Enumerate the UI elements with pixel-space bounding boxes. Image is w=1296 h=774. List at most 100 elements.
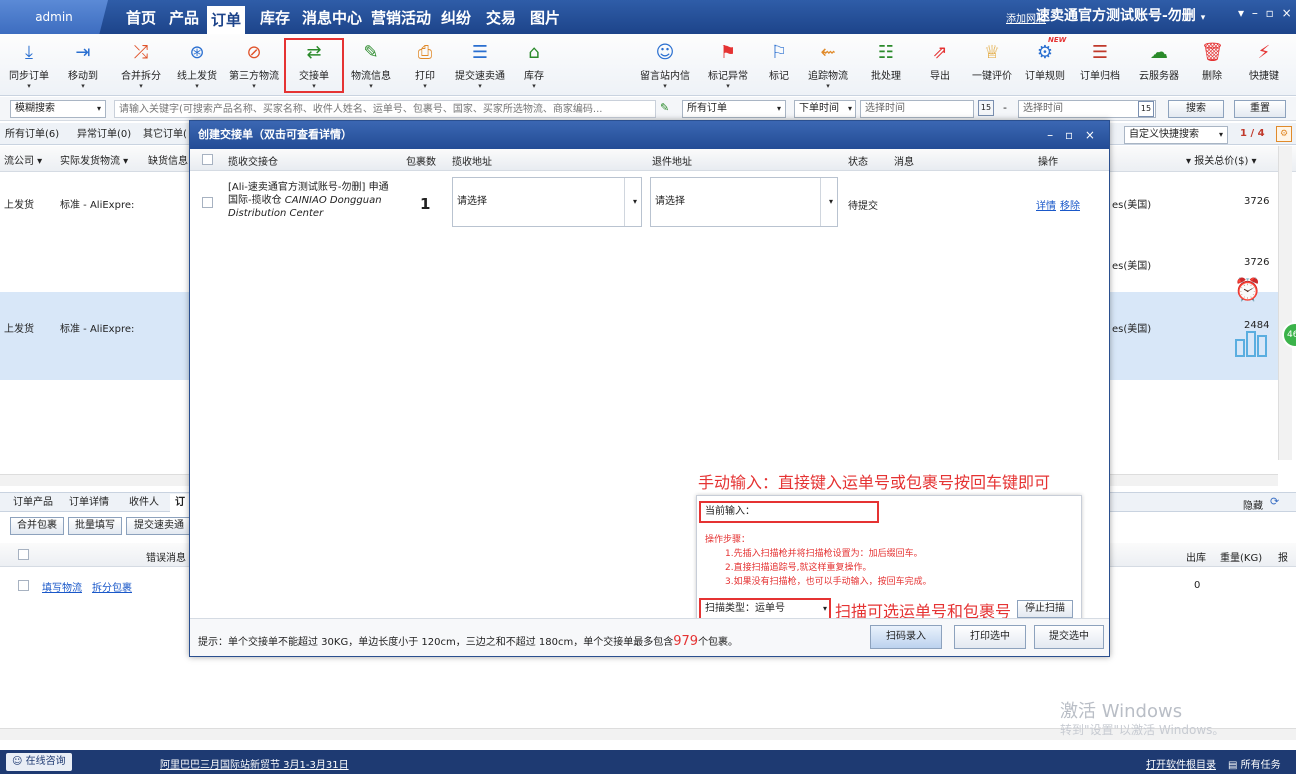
online-consult-button[interactable]: ☺ 在线咨询 — [6, 753, 72, 771]
row3-logistics: 标准 - AliExpre: — [60, 324, 135, 335]
order-status-select[interactable]: 所有订单 ▾ — [682, 100, 786, 118]
row2-price: 3726 — [1244, 257, 1270, 268]
stop-scan-button[interactable]: 停止扫描 — [1017, 600, 1073, 618]
create-handover-dialog: 创建交接单（双击可查看详情） – ▫ × 揽收交接仓 包裹数 揽收地址 退件地址… — [189, 120, 1110, 657]
row3-country: es(美国) — [1112, 324, 1152, 335]
time-field-select[interactable]: 下单时间 ▾ — [794, 100, 856, 118]
detail-link[interactable]: 详情 — [1036, 197, 1056, 212]
order-rules-button[interactable]: ⚙ 订单规则 NEW — [1018, 36, 1072, 90]
sync-order-button[interactable]: ⤓ 同步订单 ▾ — [2, 38, 56, 90]
print-selected-button[interactable]: 打印选中 — [954, 625, 1026, 649]
export-button[interactable]: ⇗ 导出 — [916, 38, 964, 90]
one-click-review-button[interactable]: ♕ 一键评价 — [966, 38, 1018, 90]
merge-split-button[interactable]: ⤮ 合并拆分 ▾ — [112, 38, 170, 90]
time-from-input[interactable]: 选择时间 — [860, 100, 974, 118]
open-dir-link[interactable]: 打开软件根目录 — [1146, 756, 1216, 771]
tab-abnormal-orders[interactable]: 异常订单(0) — [74, 126, 134, 144]
admin-label[interactable]: admin — [0, 0, 108, 34]
submit-selected-button[interactable]: 提交选中 — [1034, 625, 1104, 649]
tab-all-orders[interactable]: 所有订单(6) — [2, 126, 62, 144]
promo-link[interactable]: 阿里巴巴三月国际站新贸节 3月1-3月31日 — [160, 756, 349, 771]
account-name: 速卖通官方测试账号-勿删 — [1036, 8, 1196, 24]
batch-fill-button[interactable]: 批量填写 — [68, 517, 122, 535]
search-mode-select[interactable]: 模糊搜索 ▾ — [10, 100, 106, 118]
time-to-input[interactable]: 选择时间 — [1018, 100, 1156, 118]
track-logistics-button[interactable]: ⇜ 追踪物流 ▾ — [800, 38, 856, 90]
shortcut-button[interactable]: ⚡ 快捷键 — [1236, 38, 1292, 90]
nav-disputes[interactable]: 纠纷 — [441, 0, 471, 34]
third-party-logistics-button[interactable]: ⊘ 第三方物流 ▾ — [224, 38, 284, 90]
cloud-server-button[interactable]: ☁ 云服务器 — [1128, 38, 1190, 90]
col-operation: 操作 — [1038, 157, 1058, 168]
logistics-info-button[interactable]: ✎ 物流信息 ▾ — [340, 38, 402, 90]
split-package-link[interactable]: 拆分包裹 — [92, 579, 132, 594]
col-stock-info[interactable]: 缺货信息 — [148, 152, 188, 167]
tab-recipient[interactable]: 收件人 — [124, 494, 164, 512]
row-checkbox[interactable] — [18, 580, 29, 591]
alarm-clock-icon[interactable]: ⏰ — [1234, 278, 1261, 303]
row-checkbox[interactable] — [202, 197, 213, 208]
inventory-button[interactable]: ⌂ 库存 ▾ — [514, 38, 554, 90]
window-controls[interactable]: ▾ – ▫ × — [1238, 6, 1294, 20]
col-actual-logistics[interactable]: 实际发货物流 ▾ — [60, 152, 128, 167]
settings-icon[interactable]: ⚙ — [1276, 126, 1292, 142]
dialog-title[interactable]: 创建交接单（双击可查看详情） — [190, 121, 1109, 149]
pickup-address-select[interactable]: 请选择 ▾ — [452, 177, 642, 227]
calendar-icon[interactable]: 15 — [978, 100, 994, 116]
new-badge: NEW — [1048, 36, 1067, 44]
refresh-icon[interactable]: ⟳ — [1270, 495, 1279, 508]
nav-trade[interactable]: 交易 — [486, 0, 516, 34]
dialog-window-controls[interactable]: – ▫ × — [1047, 121, 1099, 149]
merge-package-button[interactable]: 合并包裹 — [10, 517, 64, 535]
current-input-field[interactable]: 当前输入： — [699, 501, 879, 523]
online-ship-button[interactable]: ⊛ 线上发货 ▾ — [170, 38, 224, 90]
col-logistics-company[interactable]: 流公司 ▾ — [4, 152, 42, 167]
remove-link[interactable]: 移除 — [1060, 197, 1080, 212]
submit-aliexpress-button[interactable]: 提交速卖通 — [126, 517, 192, 535]
chevron-down-icon: ▾ — [726, 82, 730, 90]
mark-button[interactable]: ⚐ 标记 — [760, 38, 798, 90]
submit-aliexpress-button[interactable]: ☰ 提交速卖通 ▾ — [446, 38, 514, 90]
reset-button[interactable]: 重置 — [1234, 100, 1286, 118]
bar-chart-icon[interactable] — [1234, 326, 1270, 358]
message-button[interactable]: ☺ 留言站内信 ▾ — [634, 38, 696, 90]
move-to-button[interactable]: ⇥ 移动到 ▾ — [56, 38, 110, 90]
fill-logistics-link[interactable]: 填写物流 — [42, 579, 82, 594]
tab-order-details[interactable]: 订单详情 — [64, 494, 114, 512]
all-tasks-button[interactable]: ▤ 所有任务 — [1228, 756, 1281, 771]
nav-message-center[interactable]: 消息中心 — [302, 0, 362, 34]
select-all-checkbox[interactable] — [18, 549, 29, 560]
nav-inventory[interactable]: 库存 — [260, 0, 290, 34]
pen-icon: ✎ — [660, 101, 670, 114]
grid-scrollbar[interactable] — [1278, 146, 1292, 460]
merge-split-icon: ⤮ — [133, 42, 149, 63]
account-selector[interactable]: 速卖通官方测试账号-勿删 ▾ — [1032, 4, 1209, 28]
search-input[interactable] — [114, 100, 656, 118]
nav-orders[interactable]: 订单 — [207, 6, 246, 34]
nav-home[interactable]: 首页 — [126, 0, 156, 34]
dialog-note: 提示：单个交接单不能超过 30KG，单边长度小于 120cm，三边之和不超过 1… — [198, 634, 739, 649]
chevron-down-icon: ▾ — [369, 82, 373, 90]
batch-process-button[interactable]: ☷ 批处理 — [856, 38, 916, 90]
nav-images[interactable]: 图片 — [530, 0, 560, 34]
mark-abnormal-button[interactable]: ⚑ 标记异常 ▾ — [696, 38, 760, 90]
order-archive-button[interactable]: ☰ 订单归档 — [1072, 38, 1128, 90]
dialog-select-all-checkbox[interactable] — [202, 154, 213, 165]
export-icon: ⇗ — [932, 42, 948, 63]
tab-other-orders[interactable]: 其它订单( — [140, 126, 190, 144]
nav-marketing[interactable]: 营销活动 — [371, 0, 431, 34]
search-button[interactable]: 搜索 — [1168, 100, 1224, 118]
print-button[interactable]: ⎙ 打印 ▾ — [404, 38, 446, 90]
quick-search-select[interactable]: 自定义快捷搜索 ▾ — [1124, 126, 1228, 144]
calendar-icon[interactable]: 15 — [1138, 101, 1154, 117]
scan-type-select[interactable]: 扫描类型：运单号 ▾ — [699, 598, 831, 620]
tab-order-products[interactable]: 订单产品 — [8, 494, 58, 512]
return-address-select[interactable]: 请选择 ▾ — [650, 177, 838, 227]
col-declared-price[interactable]: ▾ 报关总价($) ▾ — [1186, 152, 1257, 167]
nav-products[interactable]: 产品 — [169, 0, 199, 34]
mark-abnormal-icon: ⚑ — [719, 42, 737, 63]
delete-button[interactable]: 🗑 删除 — [1190, 38, 1234, 90]
scan-entry-button[interactable]: 扫码录入 — [870, 625, 942, 649]
hide-link[interactable]: 隐藏 — [1243, 497, 1263, 512]
tab-more[interactable]: 订 — [170, 494, 190, 512]
